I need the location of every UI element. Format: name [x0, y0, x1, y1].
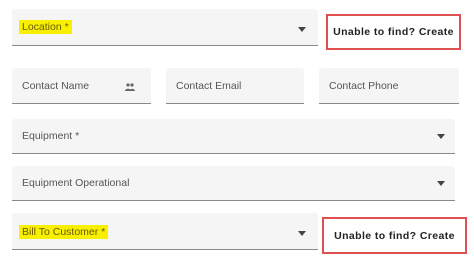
chevron-down-icon: [298, 27, 306, 32]
chevron-down-icon: [437, 134, 445, 139]
equipment-select[interactable]: Equipment *: [12, 119, 455, 154]
form-page: Location * Unable to find? Create Contac…: [0, 0, 474, 269]
create-customer-button[interactable]: Unable to find? Create: [324, 219, 465, 252]
chevron-down-icon: [437, 181, 445, 186]
location-label: Location *: [19, 20, 72, 34]
location-select[interactable]: Location *: [12, 9, 318, 46]
bill-to-customer-select[interactable]: Bill To Customer *: [12, 213, 318, 250]
contact-phone-label: Contact Phone: [329, 80, 399, 92]
contacts-icon[interactable]: [125, 83, 135, 91]
equipment-operational-label: Equipment Operational: [22, 177, 130, 189]
create-location-button[interactable]: Unable to find? Create: [328, 16, 459, 48]
equipment-operational-select[interactable]: Equipment Operational: [12, 166, 455, 201]
bill-to-customer-label: Bill To Customer *: [19, 225, 109, 239]
contact-name-label: Contact Name: [22, 80, 90, 92]
contact-name-field[interactable]: Contact Name: [12, 68, 151, 104]
chevron-down-icon: [298, 231, 306, 236]
contact-email-label: Contact Email: [176, 80, 242, 92]
contact-phone-field[interactable]: Contact Phone: [319, 68, 459, 104]
equipment-label: Equipment *: [22, 130, 80, 142]
contact-email-field[interactable]: Contact Email: [166, 68, 304, 104]
create-customer-button-frame: Unable to find? Create: [322, 217, 467, 254]
create-location-button-frame: Unable to find? Create: [326, 14, 461, 50]
